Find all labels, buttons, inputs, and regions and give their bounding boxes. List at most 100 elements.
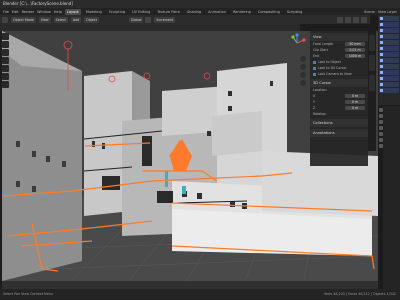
menu-bar: File Edit Render Window Help Layout Mode… [0,8,400,15]
tab-tool[interactable] [369,55,375,71]
location-x-field[interactable]: 0 m [345,94,365,98]
grid-icon[interactable] [300,80,306,86]
zoom-icon[interactable] [300,56,306,62]
view-header[interactable]: View [310,33,368,41]
tab-item[interactable] [369,35,375,51]
focal-length-field[interactable]: 50 mm [345,42,365,46]
outliner-row[interactable] [379,34,399,39]
render-tab-icon[interactable] [378,108,383,112]
material-tab-icon[interactable] [378,144,383,148]
menu-file[interactable]: File [3,10,9,14]
lock-object-label: Lock to Object [318,60,341,64]
outliner-row[interactable] [379,58,399,63]
outliner-row[interactable] [379,88,399,93]
snap-dropdown[interactable]: Increment [154,16,176,23]
menu-edit[interactable]: Edit [12,10,19,14]
rotate-tool-icon[interactable] [2,57,9,64]
gizmo-axes-icon[interactable] [287,33,307,53]
outliner-row[interactable] [379,64,399,69]
menu-window[interactable]: Window [37,10,51,14]
outliner-row[interactable] [379,76,399,81]
tab-layout[interactable]: Layout [64,8,81,15]
lock-camera-checkbox[interactable]: Lock Camera to View [310,71,368,77]
view-layer-selector[interactable]: View Layer [378,10,397,14]
collection-icon [380,23,383,26]
object-icon [380,89,383,92]
cursor-tool-icon[interactable] [2,41,9,48]
add-menu[interactable]: Add [70,16,82,23]
outliner-row[interactable] [379,52,399,57]
shading-solid-icon[interactable] [353,16,359,23]
snap-icon[interactable] [145,16,152,23]
outliner-row[interactable] [379,40,399,45]
clip-end-label: End [313,54,320,58]
outliner-row[interactable] [379,82,399,87]
hand-icon[interactable] [300,64,306,70]
tab-shading[interactable]: Shading [185,9,203,15]
outliner [378,15,400,105]
move-tool-icon[interactable] [2,49,9,56]
window-title: Blender [C:\...\FactoryScene.blend] [0,0,400,8]
menu-render[interactable]: Render [22,10,34,14]
tab-view[interactable] [369,75,375,91]
scene-tab-icon[interactable] [378,120,383,124]
outliner-row[interactable] [379,70,399,75]
menu-help[interactable]: Help [54,10,62,14]
overlay-icon[interactable] [337,16,343,23]
tool-shelf [2,33,10,93]
transform-tool-icon[interactable] [2,73,9,80]
object-icon [380,71,383,74]
collection-icon [380,17,383,20]
tab-animation[interactable]: Animation [206,9,228,15]
outliner-row[interactable] [379,28,399,33]
rotation-row: Rotation [310,111,368,117]
location-z-label: Z [313,106,316,110]
tab-rendering[interactable]: Rendering [231,9,253,15]
object-icon [380,41,383,44]
collections-header[interactable]: Collections [310,119,368,127]
scene-selector[interactable]: Scene [364,10,375,14]
outliner-row[interactable] [379,46,399,51]
clip-start-field[interactable]: 0.01 m [345,48,365,52]
object-menu[interactable]: Object [84,16,99,23]
world-tab-icon[interactable] [378,126,383,130]
editor-type-icon[interactable] [2,16,8,23]
location-z-field[interactable]: 0 m [345,106,365,110]
select-menu[interactable]: Select [53,16,68,23]
modifier-tab-icon[interactable] [378,138,383,142]
shading-material-icon[interactable] [361,16,367,23]
tool-settings-bar [0,24,300,31]
outliner-row[interactable] [379,22,399,27]
scene-stats: Verts 48,203 | Faces 46,512 | Objects 1/… [323,292,396,296]
tab-scripting[interactable]: Scripting [285,9,305,15]
location-label: Location [313,88,327,92]
scale-tool-icon[interactable] [2,65,9,72]
annotations-header[interactable]: Annotations [310,129,368,137]
output-tab-icon[interactable] [378,114,383,118]
lock-cursor-label: Lock to 3D Cursor [318,66,347,70]
lock-camera-label: Lock Camera to View [318,72,352,76]
clip-start-label: Clip Start [313,48,328,52]
camera-icon[interactable] [300,72,306,78]
outliner-row[interactable] [379,16,399,21]
sidebar-tabs [368,31,376,151]
transform-orientation[interactable]: Global [128,16,144,23]
annotate-tool-icon[interactable] [2,81,9,88]
mode-dropdown[interactable]: Object Mode [11,16,36,23]
tab-texture-paint[interactable]: Texture Paint [155,9,182,15]
tab-uv-editing[interactable]: UV Editing [130,9,152,15]
tab-compositing[interactable]: Compositing [256,9,282,15]
object-tab-icon[interactable] [378,132,383,136]
clip-end-field[interactable]: 1000 m [345,54,365,58]
xray-icon[interactable] [345,16,351,23]
view-menu[interactable]: View [38,16,51,23]
select-tool-icon[interactable] [2,33,9,40]
tab-modeling[interactable]: Modeling [84,9,104,15]
object-icon [380,83,383,86]
location-x-label: X [313,94,316,98]
tab-sculpting[interactable]: Sculpting [107,9,127,15]
location-y-field[interactable]: 0 m [345,100,365,104]
properties-tabs [378,106,383,290]
object-icon [380,47,383,50]
cursor-header[interactable]: 3D Cursor [310,79,368,87]
